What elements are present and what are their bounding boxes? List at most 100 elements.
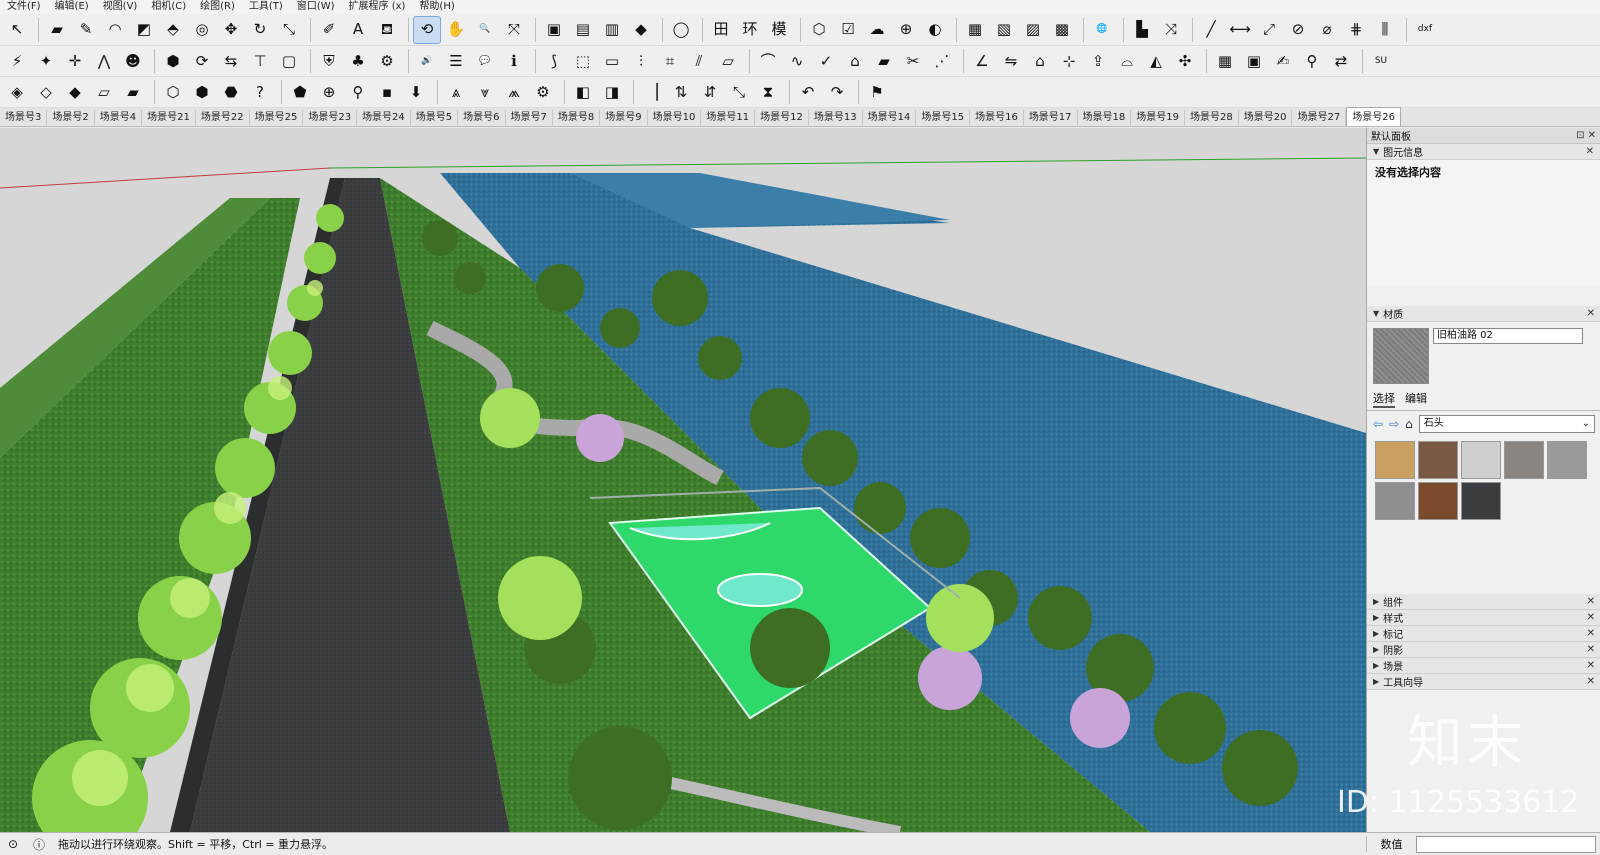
zoom-extents-icon[interactable]: ⤧ [501, 17, 527, 43]
rotate-icon[interactable]: ↻ [247, 17, 273, 43]
rectangle-icon[interactable]: ◩ [131, 17, 157, 43]
materials-header[interactable]: ▼ 材质 ✕ [1367, 306, 1600, 322]
osm-icon[interactable]: ▪ [374, 79, 400, 105]
speaker-icon[interactable]: 🔊 [414, 48, 440, 74]
menu-item[interactable]: 扩展程序 (x) [342, 0, 413, 14]
tab-select[interactable]: 选择 [1373, 390, 1395, 408]
close-icon[interactable]: ✕ [1587, 612, 1595, 623]
arrows-up-icon[interactable]: ⇅ [668, 79, 694, 105]
material-swatch[interactable] [1375, 441, 1415, 479]
zoom-icon[interactable]: 🔍 [472, 17, 498, 43]
eraser-icon[interactable]: ▰ [44, 17, 70, 43]
ruby-icon[interactable]: ◆ [628, 17, 654, 43]
diagonal-icon[interactable]: ⤡ [726, 79, 752, 105]
house-icon[interactable]: ⌂ [1027, 48, 1053, 74]
roof-icon[interactable]: ⋀ [91, 48, 117, 74]
close-icon[interactable]: ✕ [1587, 644, 1595, 655]
frame-icon[interactable]: ▭ [599, 48, 625, 74]
scene-tab[interactable]: 场景号21 [142, 110, 196, 126]
move-icon[interactable]: ✥ [218, 17, 244, 43]
scene-tab[interactable]: 场景号12 [755, 110, 809, 126]
close-icon[interactable]: ✕ [1587, 628, 1595, 639]
material-swatch[interactable] [1547, 441, 1587, 479]
current-material-swatch[interactable] [1373, 328, 1429, 384]
menu-item[interactable]: 帮助(H) [412, 0, 461, 14]
angle-icon[interactable]: ∠ [969, 48, 995, 74]
shaded-icon[interactable]: ⬣ [218, 79, 244, 105]
scale-icon[interactable]: ⤡ [276, 17, 302, 43]
photo-icon[interactable]: ▢ [276, 48, 302, 74]
texture-icon[interactable]: ▦ [1212, 48, 1238, 74]
close-icon[interactable]: ✕ [1587, 308, 1595, 319]
dimension-icon[interactable]: ⟷ [1227, 17, 1253, 43]
xray-icon[interactable]: ⬡ [160, 79, 186, 105]
sandbox-3-icon[interactable]: ⩕ [501, 79, 527, 105]
arrows-red-icon[interactable]: ⇵ [697, 79, 723, 105]
tray-section-header[interactable]: ▶ 工具向导 ✕ [1367, 674, 1600, 690]
paint-bucket-icon[interactable]: ⛾ [374, 17, 400, 43]
scene-tab[interactable]: 场景号18 [1078, 110, 1132, 126]
person-pin-icon[interactable]: ⚲ [345, 79, 371, 105]
model-share-icon[interactable]: ▥ [599, 17, 625, 43]
close-icon[interactable]: ✕ [1587, 596, 1595, 607]
home-icon[interactable]: ⌂ [1405, 417, 1413, 431]
route-icon[interactable]: ⋰ [929, 48, 955, 74]
globe-icon[interactable]: 🌐 [1089, 17, 1115, 43]
scene-tab[interactable]: 场景号20 [1239, 110, 1293, 126]
help-icon[interactable]: ? [247, 79, 273, 105]
warehouse-share-icon[interactable]: ▤ [570, 17, 596, 43]
tray-section-header[interactable]: ▶ 样式 ✕ [1367, 610, 1600, 626]
flip-icon[interactable]: ⇋ [998, 48, 1024, 74]
extrude-icon[interactable]: ⌓ [1114, 48, 1140, 74]
rails-icon[interactable]: ⫽ [686, 48, 712, 74]
style-4-icon[interactable]: ▩ [1049, 17, 1075, 43]
scene-tab[interactable]: 场景号13 [809, 110, 863, 126]
flag-icon[interactable]: ⚑ [864, 79, 890, 105]
person-icon[interactable]: ☻ [120, 48, 146, 74]
info-status-icon[interactable]: ⓘ [26, 836, 52, 853]
component-icon[interactable]: ⬢ [160, 48, 186, 74]
check-curve-icon[interactable]: ✓ [813, 48, 839, 74]
tray-section-header[interactable]: ▶ 场景 ✕ [1367, 658, 1600, 674]
scene-tab[interactable]: 场景号2 [47, 110, 95, 126]
entity-info-header[interactable]: ▼ 图元信息 ✕ [1367, 144, 1600, 160]
style-1-icon[interactable]: ▦ [962, 17, 988, 43]
warehouse-get-icon[interactable]: ▣ [541, 17, 567, 43]
menu-item[interactable]: 工具(T) [242, 0, 290, 14]
view-top-icon[interactable]: ◇ [33, 79, 59, 105]
chat-icon[interactable]: 💬 [472, 48, 498, 74]
flip-edge-icon[interactable]: ⧗ [755, 79, 781, 105]
menu-item[interactable]: 编辑(E) [48, 0, 96, 14]
menu-item[interactable]: 绘图(R) [193, 0, 242, 14]
back-arrow-icon[interactable]: ⇦ [1373, 417, 1383, 431]
scene-tab[interactable]: 场景号3 [0, 110, 48, 126]
color-palette-icon[interactable]: ▙ [1129, 17, 1155, 43]
view-back-icon[interactable]: ▰ [120, 79, 146, 105]
account-icon[interactable]: ◯ [668, 17, 694, 43]
trimble-icon[interactable]: ◐ [922, 17, 948, 43]
su-app-icon[interactable]: SU [1368, 48, 1394, 74]
tape-measure-icon[interactable]: ✐ [316, 17, 342, 43]
camera-path-icon[interactable]: ⇆ [218, 48, 244, 74]
scene-tab[interactable]: 场景号28 [1185, 110, 1239, 126]
add-location-icon[interactable]: ⊕ [893, 17, 919, 43]
scene-tab[interactable]: 场景号15 [916, 110, 971, 126]
material-swatch[interactable] [1461, 441, 1501, 479]
scene-tab[interactable]: 场景号27 [1292, 110, 1347, 126]
close-icon[interactable]: ✕ [1587, 660, 1595, 671]
column-icon[interactable]: ⫼ [1372, 17, 1398, 43]
sculpt-icon[interactable]: ✦ [33, 48, 59, 74]
tray-section-header[interactable]: ▶ 阴影 ✕ [1367, 642, 1600, 658]
tree-icon[interactable]: ♣ [345, 48, 371, 74]
model-render[interactable] [0, 128, 1366, 832]
scene-tab[interactable]: 场景号11 [701, 110, 756, 126]
orbit-icon[interactable]: ⟲ [413, 15, 441, 44]
measure-icon[interactable]: ⤢ [1256, 17, 1282, 43]
red-tool-icon[interactable]: ✂ [900, 48, 926, 74]
grid-icon[interactable]: 田 [708, 17, 734, 43]
material-name-field[interactable]: 旧柏油路 02 [1433, 328, 1583, 344]
solid-icon[interactable]: ◭ [1143, 48, 1169, 74]
tab-edit[interactable]: 编辑 [1405, 390, 1427, 408]
view-front-icon[interactable]: ◆ [62, 79, 88, 105]
close-icon[interactable]: ✕ [1587, 676, 1595, 687]
